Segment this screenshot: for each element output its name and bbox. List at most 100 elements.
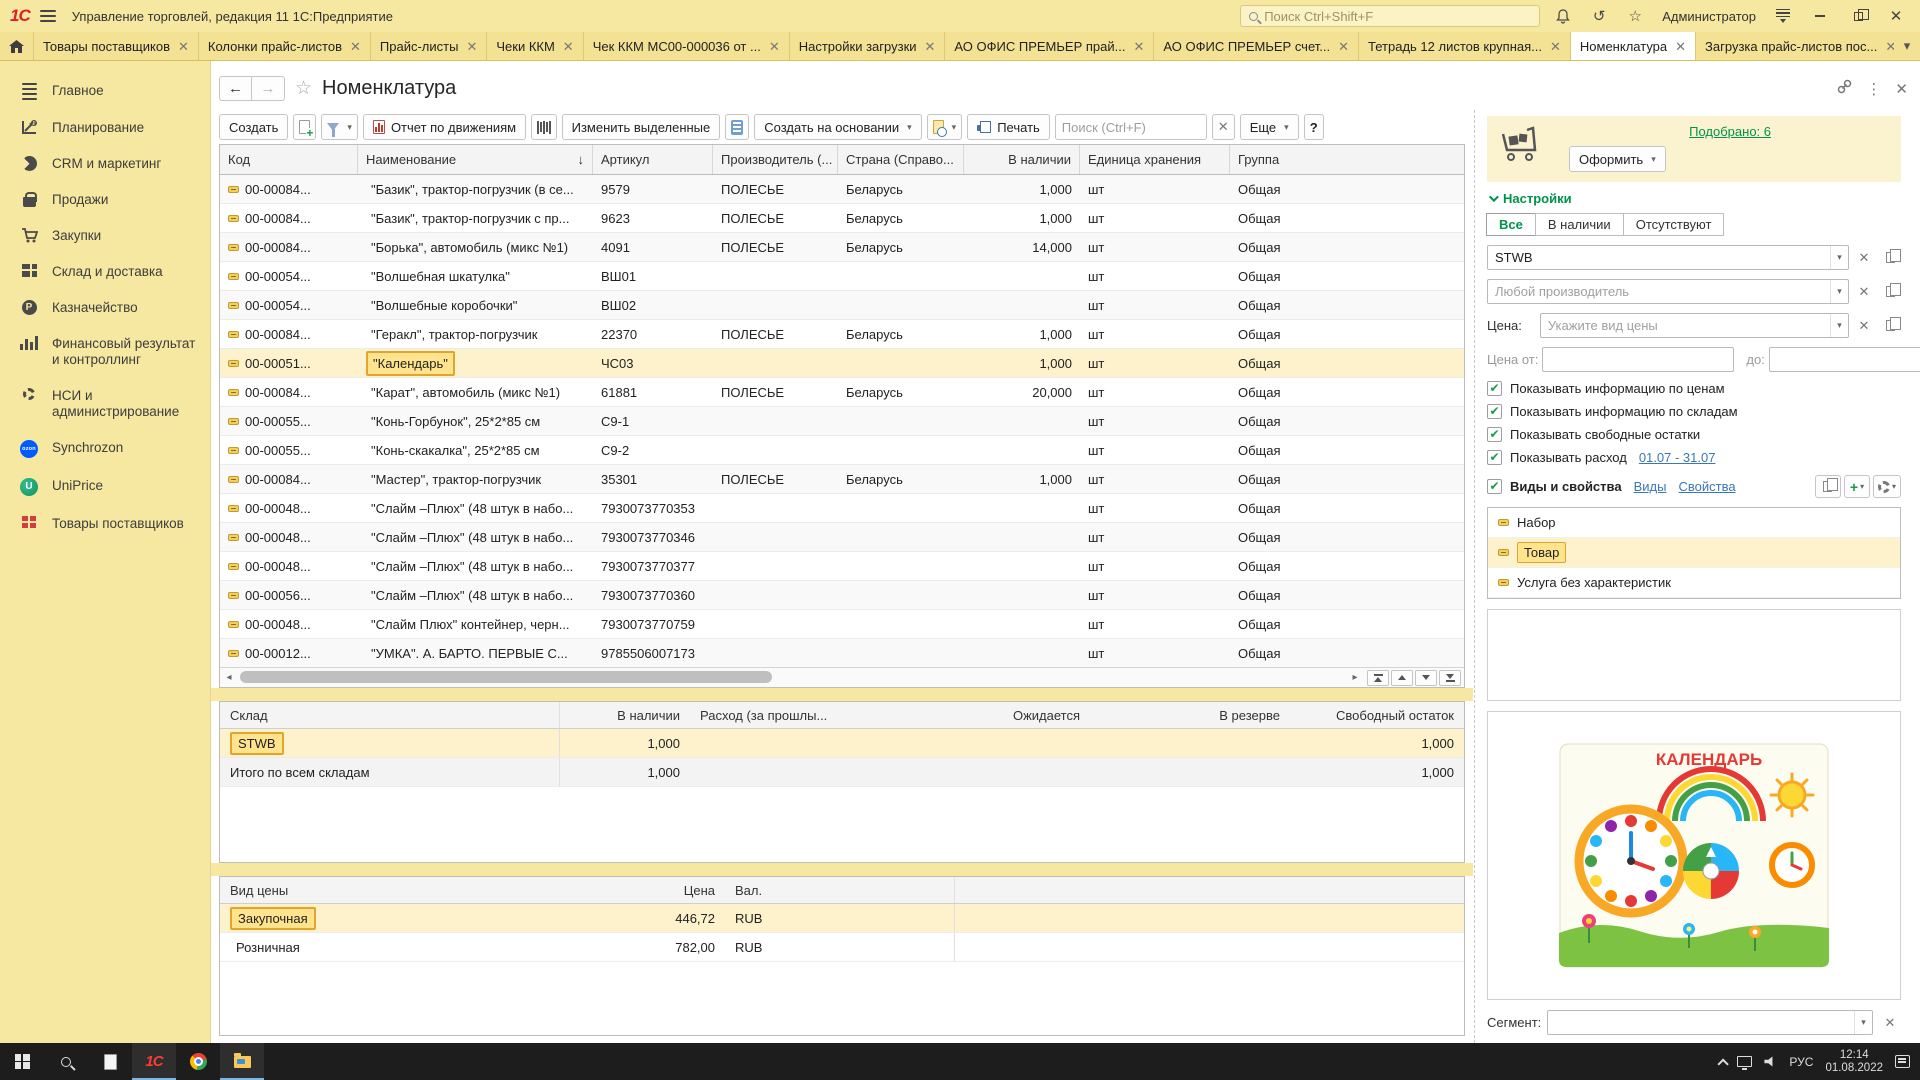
more-actions-button[interactable]: Еще▾ <box>1240 114 1299 140</box>
list-search-field[interactable] <box>1055 114 1207 140</box>
create-based-on-button[interactable]: Создать на основании▾ <box>754 114 921 140</box>
document-tab[interactable]: Колонки прайс-листов ✕ <box>199 32 371 60</box>
table-row[interactable]: 00-00084... "Мастер", трактор-погрузчик … <box>220 465 1464 494</box>
document-tab[interactable]: Настройки загрузки ✕ <box>790 32 946 60</box>
print-button[interactable]: Печать <box>967 114 1050 140</box>
scrollbar-thumb[interactable] <box>240 671 772 683</box>
checkbox-checked-icon[interactable]: ✔ <box>1487 381 1502 396</box>
document-tab[interactable]: Загрузка прайс-листов пос... ✕ <box>1696 32 1894 60</box>
create-group-button[interactable] <box>293 114 316 140</box>
scheduled-doc-button[interactable]: ▾ <box>927 114 963 140</box>
table-row[interactable]: 00-00054... "Волшебная шкатулка" ВШ01 шт… <box>220 262 1464 291</box>
price-row-retail[interactable]: Розничная 782,00 RUB <box>220 933 1464 962</box>
price-to-field[interactable] <box>1769 347 1920 372</box>
restore-button[interactable] <box>1844 4 1872 28</box>
period-link[interactable]: 01.07 - 31.07 <box>1639 450 1716 465</box>
checkbox-checked-icon[interactable]: ✔ <box>1487 450 1502 465</box>
column-header-name[interactable]: Наименование↓ <box>358 145 593 174</box>
document-tab[interactable]: Чеки ККМ ✕ <box>487 32 583 60</box>
sidebar-item-finance[interactable]: Финансовый результат и контроллинг <box>14 326 210 378</box>
get-link-icon[interactable] <box>1837 79 1852 98</box>
document-tab[interactable]: Прайс-листы ✕ <box>371 32 487 60</box>
dropdown-caret-icon[interactable]: ▾ <box>1830 314 1848 337</box>
checkout-button[interactable]: Оформить▾ <box>1569 146 1666 172</box>
column-header-group[interactable]: Группа <box>1230 145 1464 174</box>
availability-filter-tab[interactable]: Отсутствуют <box>1623 213 1725 236</box>
sidebar-item-purchases[interactable]: Закупки <box>14 218 210 254</box>
sidebar-item-planning[interactable]: ₽ Планирование <box>14 110 210 146</box>
table-row[interactable]: 00-00055... "Конь-скакалка", 25*2*85 см … <box>220 436 1464 465</box>
tab-close-icon[interactable]: ✕ <box>1885 40 1894 53</box>
tab-close-icon[interactable]: ✕ <box>178 40 189 53</box>
service-menu-icon[interactable] <box>1770 4 1796 28</box>
document-tab[interactable]: Номенклатура ✕ <box>1571 32 1696 60</box>
checkbox-checked-icon[interactable]: ✔ <box>1487 479 1502 494</box>
warehouse-filter-input[interactable] <box>1488 250 1830 265</box>
item-type-row[interactable]: Набор <box>1488 508 1900 538</box>
table-row[interactable]: 00-00084... "Геракл", трактор-погрузчик … <box>220 320 1464 349</box>
picked-items-link[interactable]: Подобрано: 6 <box>1689 124 1771 139</box>
history-icon[interactable]: ↺ <box>1586 4 1612 28</box>
horizontal-scrollbar[interactable]: ◂ ▸ <box>220 667 1464 687</box>
table-row[interactable]: 00-00048... "Слайм –Плюх" (48 штук в наб… <box>220 494 1464 523</box>
volume-icon[interactable] <box>1764 1056 1777 1068</box>
clear-warehouse-icon[interactable]: ✕ <box>1853 246 1875 269</box>
tab-close-icon[interactable]: ✕ <box>1133 40 1144 53</box>
checkbox-checked-icon[interactable]: ✔ <box>1487 427 1502 442</box>
sidebar-item-administration[interactable]: НСИ и администрирование <box>14 378 210 430</box>
type-settings-button[interactable]: ▾ <box>1873 475 1901 498</box>
table-row[interactable]: 00-00054... "Волшебные коробочки" ВШ02 ш… <box>220 291 1464 320</box>
compare-types-button[interactable] <box>1815 475 1841 498</box>
forward-button[interactable]: → <box>252 76 285 101</box>
go-to-top-button[interactable] <box>1367 670 1389 686</box>
table-row[interactable]: 00-00048... "Слайм Плюх" контейнер, черн… <box>220 610 1464 639</box>
minimize-button[interactable] <box>1806 4 1834 28</box>
segment-input[interactable] <box>1548 1015 1854 1030</box>
start-button[interactable] <box>0 1043 44 1080</box>
taskbar-search-button[interactable] <box>44 1043 88 1080</box>
back-button[interactable]: ← <box>219 76 252 101</box>
taskbar-chrome-icon[interactable] <box>176 1043 220 1080</box>
manufacturer-filter-field[interactable]: ▾ <box>1487 279 1849 304</box>
item-type-row[interactable]: Товар <box>1488 538 1900 568</box>
tab-overflow-button[interactable]: ▾ <box>1894 32 1920 60</box>
table-row[interactable]: 00-00051... "Календарь" ЧС03 1,000 шт Об… <box>220 349 1464 378</box>
tab-close-icon[interactable]: ✕ <box>563 40 574 53</box>
dropdown-caret-icon[interactable]: ▾ <box>1854 1011 1872 1034</box>
sidebar-item-sales[interactable]: Продажи <box>14 182 210 218</box>
network-icon[interactable] <box>1737 1056 1752 1067</box>
column-header-manufacturer[interactable]: Производитель (... <box>713 145 838 174</box>
document-tab[interactable]: Тетрадь 12 листов крупная... ✕ <box>1359 32 1571 60</box>
warehouse-filter-field[interactable]: ▾ <box>1487 245 1849 270</box>
price-from-input[interactable] <box>1543 352 1733 367</box>
price-from-field[interactable] <box>1542 347 1734 372</box>
table-row[interactable]: 00-00084... "Базик", трактор-погрузчик с… <box>220 204 1464 233</box>
tab-close-icon[interactable]: ✕ <box>769 40 780 53</box>
open-price-kind-icon[interactable] <box>1879 314 1901 337</box>
document-tab[interactable]: АО ОФИС ПРЕМЬЕР прай... ✕ <box>945 32 1154 60</box>
tab-close-icon[interactable]: ✕ <box>1550 40 1561 53</box>
price-kind-input[interactable] <box>1541 318 1830 333</box>
close-window-button[interactable]: ✕ <box>1882 4 1910 28</box>
clear-segment-icon[interactable]: ✕ <box>1879 1011 1901 1034</box>
table-row[interactable]: 00-00056... "Слайм –Плюх" (48 штук в наб… <box>220 581 1464 610</box>
more-menu-dots-icon[interactable]: ⋮ <box>1866 80 1881 98</box>
sidebar-item-crm[interactable]: CRM и маркетинг <box>14 146 210 182</box>
clear-price-kind-icon[interactable]: ✕ <box>1853 314 1875 337</box>
notifications-bell-icon[interactable] <box>1550 4 1576 28</box>
column-header-article[interactable]: Артикул <box>593 145 713 174</box>
tab-close-icon[interactable]: ✕ <box>1338 40 1349 53</box>
types-link[interactable]: Виды <box>1634 479 1667 494</box>
filter-button[interactable]: ▾ <box>321 114 358 140</box>
add-to-favorites-star-icon[interactable]: ☆ <box>295 77 312 100</box>
price-row-purchase[interactable]: Закупочная 446,72 RUB <box>220 904 1464 933</box>
checkbox-checked-icon[interactable]: ✔ <box>1487 404 1502 419</box>
column-header-unit[interactable]: Единица хранения <box>1080 145 1230 174</box>
edit-selected-button[interactable]: Изменить выделенные <box>562 114 721 140</box>
price-to-input[interactable] <box>1770 352 1920 367</box>
sidebar-item-main[interactable]: Главное <box>14 73 210 110</box>
help-button[interactable]: ? <box>1304 114 1324 140</box>
table-row[interactable]: 00-00055... "Конь-Горбунок", 25*2*85 см … <box>220 407 1464 436</box>
tab-close-icon[interactable]: ✕ <box>925 40 936 53</box>
taskbar-explorer-icon[interactable] <box>220 1043 264 1080</box>
